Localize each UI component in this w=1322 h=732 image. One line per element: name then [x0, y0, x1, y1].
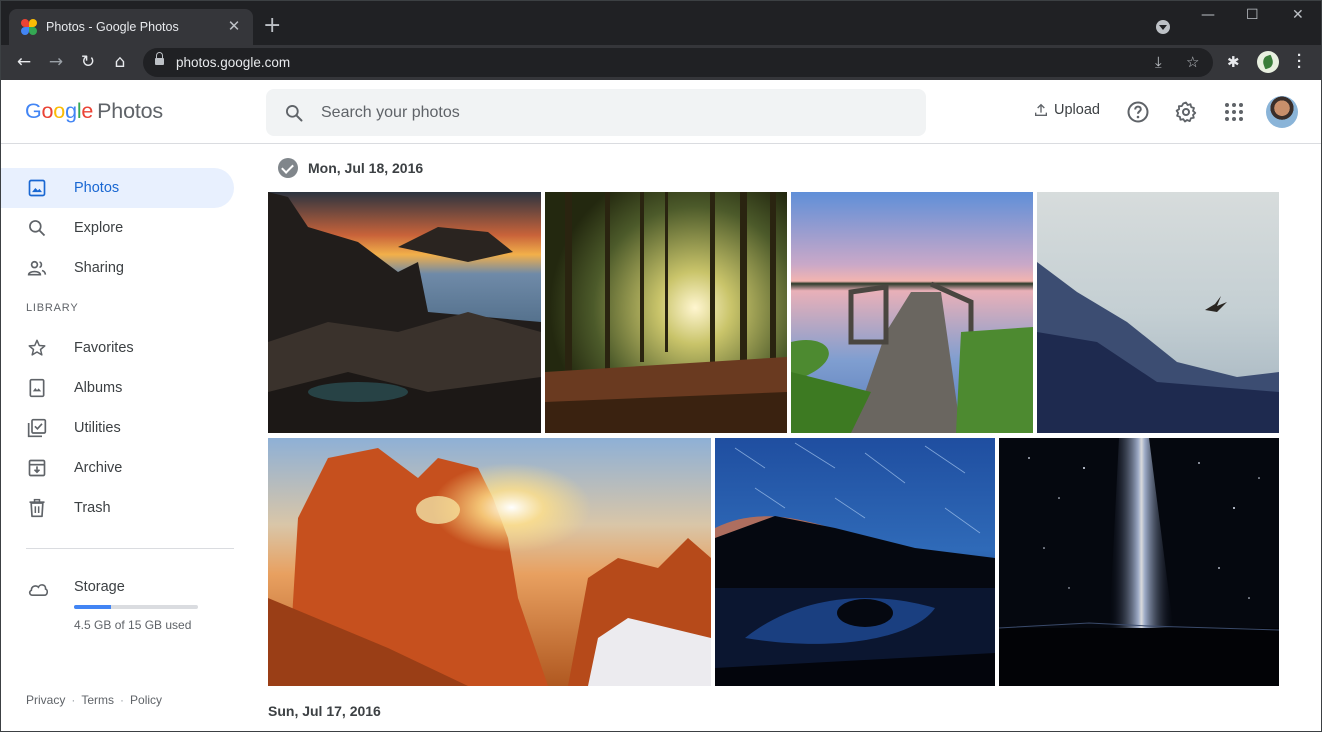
install-app-icon[interactable]: ⤓ — [1155, 53, 1162, 71]
sidebar-item-label: Utilities — [74, 420, 121, 436]
maximize-icon[interactable]: ☐ — [1246, 7, 1259, 23]
search-input[interactable] — [321, 89, 911, 136]
search-icon[interactable] — [284, 103, 304, 123]
close-window-icon[interactable]: ✕ — [1292, 7, 1304, 23]
sidebar-item-archive[interactable]: Archive — [1, 448, 234, 488]
browser-toolbar: ← → ↻ ⌂ photos.google.com ⤓ ☆ ✱ · · · — [1, 45, 1321, 80]
apps-grid-icon[interactable] — [1222, 100, 1246, 124]
sidebar-item-favorites[interactable]: Favorites — [1, 328, 234, 368]
sidebar-item-label: Sharing — [74, 260, 124, 276]
tab-search-icon[interactable] — [1156, 20, 1170, 34]
date-header: Mon, Jul 18, 2016 — [308, 160, 424, 176]
lock-icon — [155, 52, 164, 67]
product-name: Photos — [97, 99, 163, 123]
footer-separator: · — [71, 693, 76, 707]
sidebar-item-photos[interactable]: Photos — [1, 168, 234, 208]
google-photos-favicon-icon — [21, 19, 37, 35]
forward-icon[interactable]: → — [45, 51, 67, 73]
home-icon[interactable]: ⌂ — [109, 51, 131, 73]
new-tab-button[interactable]: + — [263, 15, 281, 37]
chrome-profile-avatar[interactable] — [1257, 51, 1279, 73]
search-bar[interactable] — [266, 89, 926, 136]
sidebar: Photos Explore Sharing LIBRARY Favorites… — [1, 145, 257, 731]
star-icon — [28, 339, 46, 356]
sidebar-divider — [26, 548, 234, 549]
google-photos-app: GooglePhotos Upload Photos — [1, 80, 1321, 731]
photo-icon — [28, 179, 46, 197]
tab-title: Photos - Google Photos — [46, 20, 179, 34]
trash-icon — [29, 498, 45, 518]
bookmark-star-icon[interactable]: ☆ — [1186, 53, 1199, 71]
archive-icon — [28, 459, 46, 477]
extensions-icon[interactable]: ✱ — [1227, 53, 1240, 71]
storage-progress-fill — [74, 605, 112, 609]
upload-icon — [1035, 103, 1047, 116]
utilities-icon — [27, 418, 47, 438]
select-date-checkbox[interactable] — [278, 158, 298, 178]
sidebar-item-sharing[interactable]: Sharing — [1, 248, 234, 288]
storage-link[interactable]: Storage — [74, 579, 125, 595]
browser-tab[interactable]: Photos - Google Photos ✕ — [9, 9, 253, 45]
sidebar-item-albums[interactable]: Albums — [1, 368, 234, 408]
photo-milky-way-night[interactable] — [999, 438, 1279, 686]
settings-gear-icon[interactable] — [1174, 100, 1198, 124]
address-bar[interactable]: photos.google.com ⤓ ☆ — [143, 48, 1213, 77]
tab-close-icon[interactable]: ✕ — [225, 18, 243, 36]
app-header: GooglePhotos Upload — [1, 80, 1321, 144]
people-icon — [27, 260, 47, 276]
storage-used-text: 4.5 GB of 15 GB used — [74, 618, 192, 632]
date-header: Sun, Jul 17, 2016 — [268, 703, 381, 719]
google-photos-logo[interactable]: Google Photos — [25, 99, 163, 124]
photo-forest-sunbeams[interactable] — [545, 192, 787, 433]
sidebar-item-label: Albums — [74, 380, 123, 396]
photo-wooden-pier-lake[interactable] — [791, 192, 1033, 433]
url-text: photos.google.com — [176, 55, 291, 70]
search-icon — [29, 220, 46, 237]
sidebar-item-label: Archive — [74, 460, 123, 476]
reload-icon[interactable]: ↻ — [77, 51, 99, 73]
footer-separator: · — [120, 693, 125, 707]
sidebar-item-trash[interactable]: Trash — [1, 488, 234, 528]
sidebar-item-label: Photos — [74, 180, 120, 196]
privacy-link[interactable]: Privacy — [26, 693, 65, 707]
library-section-label: LIBRARY — [26, 302, 79, 314]
minimize-icon[interactable]: — — [1201, 7, 1215, 23]
upload-label: Upload — [1054, 102, 1100, 118]
terms-link[interactable]: Terms — [81, 693, 114, 707]
photo-misty-mountains-eagle[interactable] — [1037, 192, 1279, 433]
policy-link[interactable]: Policy — [130, 693, 162, 707]
cloud-icon — [28, 584, 49, 597]
account-avatar[interactable] — [1266, 96, 1298, 128]
sidebar-item-label: Favorites — [74, 340, 134, 356]
photo-coastal-rocks-sunset[interactable] — [268, 192, 541, 433]
tab-strip: Photos - Google Photos ✕ + — ☐ ✕ — [1, 1, 1321, 45]
back-icon[interactable]: ← — [13, 51, 35, 73]
footer-links: Privacy · Terms · Policy — [26, 693, 162, 707]
help-icon[interactable] — [1126, 100, 1150, 124]
sidebar-item-label: Trash — [74, 500, 111, 516]
chrome-menu-icon[interactable]: · · · — [1297, 48, 1302, 75]
photo-red-rock-arch-sunset[interactable] — [268, 438, 711, 686]
storage-progress-bar — [74, 605, 198, 609]
sidebar-item-utilities[interactable]: Utilities — [1, 408, 234, 448]
album-icon — [29, 378, 45, 398]
upload-button[interactable]: Upload — [1033, 102, 1100, 118]
sidebar-item-explore[interactable]: Explore — [1, 208, 234, 248]
photo-star-trails-lake[interactable] — [715, 438, 995, 686]
browser-window: Photos - Google Photos ✕ + — ☐ ✕ ← → ↻ ⌂… — [0, 0, 1322, 732]
sidebar-item-label: Explore — [74, 220, 124, 236]
